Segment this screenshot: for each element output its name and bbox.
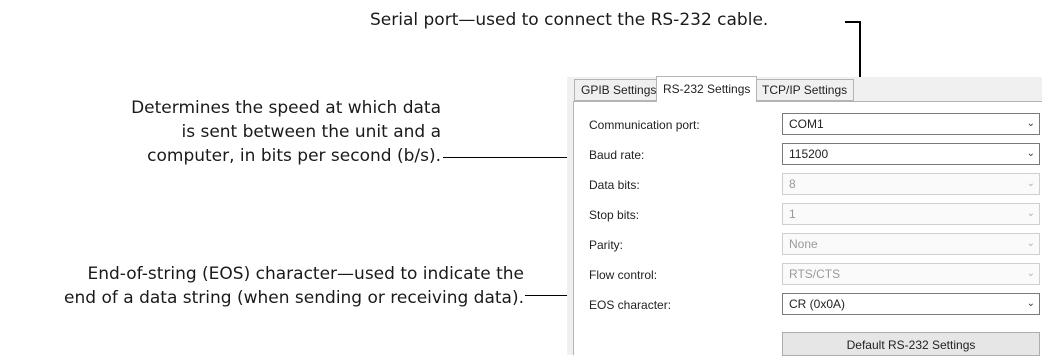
chevron-down-icon: ⌄: [1026, 208, 1035, 219]
parity-value: None: [789, 237, 818, 251]
parity-label: Parity:: [589, 238, 624, 252]
chevron-down-icon: ⌄: [1026, 148, 1035, 159]
baud-callout-line-2: is sent between the unit and a: [181, 122, 441, 142]
flow-control-select[interactable]: RTS/CTS ⌄: [782, 263, 1040, 285]
eos-callout-line-2: end of a data string (when sending or re…: [64, 288, 524, 308]
baud-rate-leader: [443, 157, 567, 158]
chevron-down-icon: ⌄: [1026, 178, 1035, 189]
flow-control-value: RTS/CTS: [789, 267, 841, 281]
baud-rate-label: Baud rate:: [589, 148, 645, 162]
parity-select[interactable]: None ⌄: [782, 233, 1040, 255]
chevron-down-icon: ⌄: [1026, 238, 1035, 249]
baud-callout-line-3: computer, in bits per second (b/s).: [147, 146, 441, 166]
eos-callout-line-1: End-of-string (EOS) character—used to in…: [87, 264, 525, 284]
communication-port-select[interactable]: COM1 ⌄: [782, 113, 1040, 135]
data-bits-select[interactable]: 8 ⌄: [782, 173, 1040, 195]
communication-port-label: Communication port:: [589, 118, 700, 132]
eos-character-value: CR (0x0A): [789, 297, 846, 311]
default-rs232-settings-button[interactable]: Default RS-232 Settings: [782, 332, 1040, 356]
baud-rate-callout: Determines the speed at which data is se…: [131, 96, 441, 168]
eos-character-label: EOS character:: [589, 298, 672, 312]
serial-port-callout: Serial port—used to connect the RS-232 c…: [370, 10, 769, 30]
stop-bits-value: 1: [789, 207, 796, 221]
communication-port-value: COM1: [789, 117, 824, 131]
baud-rate-select[interactable]: 115200 ⌄: [782, 143, 1040, 165]
tab-tcpip-settings[interactable]: TCP/IP Settings: [755, 79, 855, 101]
eos-character-select[interactable]: CR (0x0A) ⌄: [782, 293, 1040, 315]
chevron-down-icon: ⌄: [1026, 268, 1035, 279]
baud-callout-line-1: Determines the speed at which data: [131, 98, 441, 118]
stop-bits-select[interactable]: 1 ⌄: [782, 203, 1040, 225]
data-bits-value: 8: [789, 177, 796, 191]
tab-rs232-settings[interactable]: RS-232 Settings: [656, 76, 758, 102]
rs232-tab-content: [573, 101, 1042, 355]
tab-gpib-settings[interactable]: GPIB Settings: [574, 79, 664, 101]
eos-character-callout: End-of-string (EOS) character—used to in…: [64, 262, 524, 310]
chevron-down-icon: ⌄: [1026, 298, 1035, 309]
data-bits-label: Data bits:: [589, 178, 640, 192]
baud-rate-value: 115200: [789, 147, 829, 161]
chevron-down-icon: ⌄: [1026, 118, 1035, 129]
flow-control-label: Flow control:: [589, 268, 658, 282]
stop-bits-label: Stop bits:: [589, 208, 640, 222]
